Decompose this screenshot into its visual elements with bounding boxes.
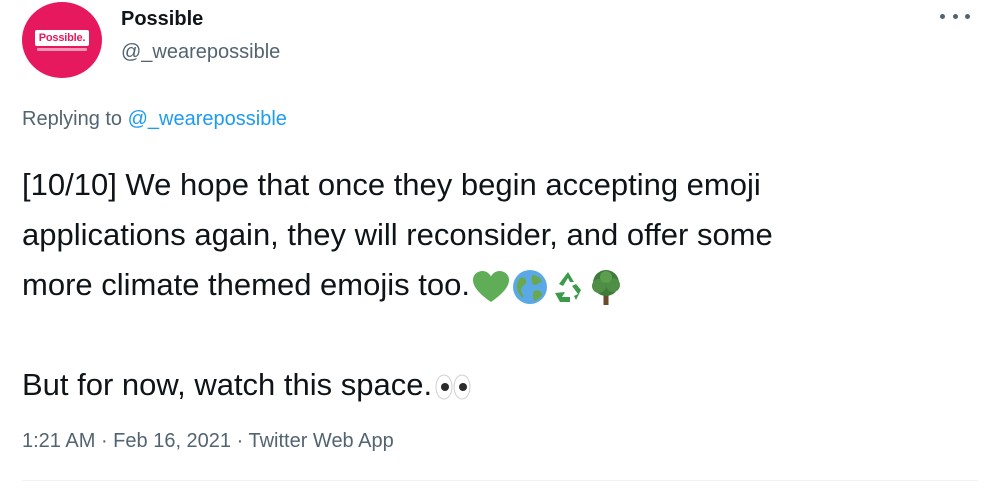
eyes-icon: [434, 373, 472, 401]
avatar-logo: Possible.: [34, 29, 90, 46]
avatar-logo-underline: [37, 47, 87, 51]
tree-icon: [588, 268, 624, 306]
tweet-line-3: more climate themed emojis too.: [22, 267, 470, 302]
replying-to-label: Replying to: [22, 108, 128, 130]
tweet-line-5: But for now, watch this space.: [22, 367, 433, 402]
author-display-name[interactable]: Possible: [121, 8, 203, 31]
meta-separator: ·: [95, 430, 114, 452]
tweet: Possible. Possible @_wearepossible Reply…: [0, 0, 1000, 503]
tweet-line-1: [10/10] We hope that once they begin acc…: [22, 167, 761, 202]
author-handle[interactable]: @_wearepossible: [121, 41, 280, 64]
globe-icon: [512, 269, 548, 305]
more-dot: [965, 13, 970, 19]
tweet-text: [10/10] We hope that once they begin acc…: [22, 160, 982, 410]
divider: [22, 480, 978, 481]
avatar[interactable]: Possible.: [22, 2, 102, 78]
recycle-icon: [550, 269, 586, 305]
more-dot: [952, 13, 958, 19]
tweet-date[interactable]: Feb 16, 2021: [113, 430, 231, 452]
tweet-source-link[interactable]: Twitter Web App: [248, 430, 393, 452]
more-dot: [940, 13, 945, 19]
tweet-line-2: applications again, they will reconsider…: [22, 217, 773, 252]
meta-separator: ·: [231, 430, 249, 452]
green-heart-icon: [472, 270, 510, 304]
tweet-time[interactable]: 1:21 AM: [22, 430, 95, 452]
replying-to: Replying to @_wearepossible: [22, 108, 287, 131]
tweet-meta: 1:21 AM · Feb 16, 2021 · Twitter Web App: [22, 430, 394, 453]
replying-to-handle-link[interactable]: @_wearepossible: [128, 108, 287, 130]
more-options-icon[interactable]: [940, 6, 970, 26]
